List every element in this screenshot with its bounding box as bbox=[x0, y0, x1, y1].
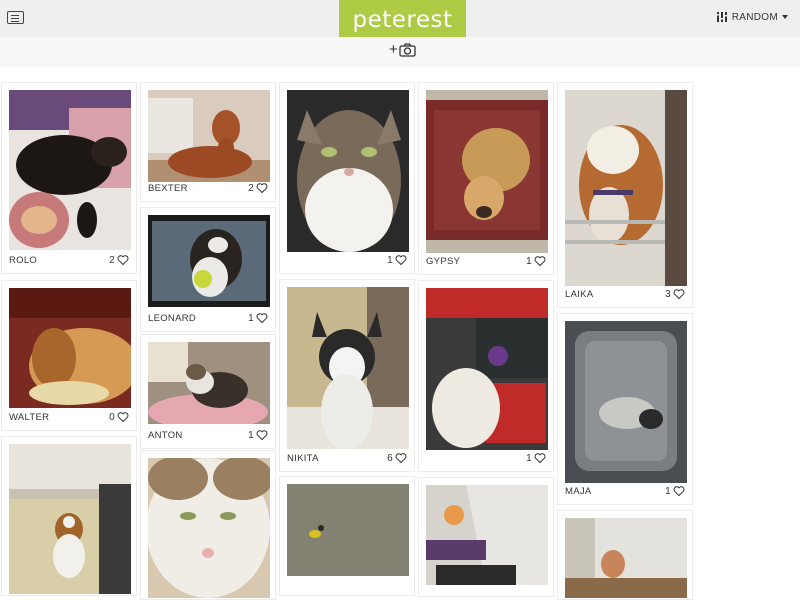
pet-photo[interactable] bbox=[148, 215, 270, 307]
like-count: 0 bbox=[109, 411, 115, 423]
heart-icon bbox=[256, 313, 268, 324]
pet-card[interactable]: LAIKA 3 bbox=[557, 82, 693, 308]
like-button[interactable]: 1 bbox=[665, 485, 685, 497]
like-button[interactable]: 2 bbox=[248, 182, 268, 194]
like-button[interactable]: 2 bbox=[109, 254, 129, 266]
like-button[interactable]: 1 bbox=[526, 452, 546, 464]
pet-card[interactable]: LEONARD 1 bbox=[140, 207, 276, 332]
like-count: 3 bbox=[665, 288, 671, 300]
like-count: 6 bbox=[387, 452, 393, 464]
menu-icon[interactable] bbox=[7, 11, 24, 24]
pet-card[interactable] bbox=[557, 510, 693, 600]
heart-icon bbox=[256, 183, 268, 194]
pet-name[interactable]: LEONARD bbox=[148, 313, 196, 324]
plus-label: + bbox=[389, 41, 398, 58]
heart-icon bbox=[673, 289, 685, 300]
heart-icon bbox=[117, 412, 129, 423]
camera-icon bbox=[399, 43, 416, 57]
heart-icon bbox=[534, 453, 546, 464]
like-button[interactable]: 3 bbox=[665, 288, 685, 300]
pet-photo[interactable] bbox=[148, 90, 270, 182]
pet-card[interactable]: WALTER 0 bbox=[1, 280, 137, 431]
pet-name[interactable]: LAIKA bbox=[565, 289, 593, 300]
like-count: 1 bbox=[665, 485, 671, 497]
pet-card[interactable]: 1 bbox=[418, 280, 554, 472]
pet-card[interactable]: MAJA 1 bbox=[557, 313, 693, 505]
upload-photo-button[interactable]: + bbox=[389, 41, 416, 58]
pet-card[interactable]: ANTON 1 bbox=[140, 334, 276, 449]
pet-name[interactable]: ROLO bbox=[9, 255, 37, 266]
like-button[interactable]: 1 bbox=[526, 255, 546, 267]
heart-icon bbox=[395, 453, 407, 464]
pet-photo[interactable] bbox=[426, 90, 548, 253]
pet-photo[interactable] bbox=[426, 288, 548, 450]
sort-grid-icon bbox=[715, 12, 728, 22]
pet-card[interactable] bbox=[140, 450, 276, 600]
pet-card[interactable] bbox=[279, 476, 415, 596]
like-count: 1 bbox=[248, 312, 254, 324]
like-button[interactable]: 0 bbox=[109, 411, 129, 423]
pet-photo[interactable] bbox=[287, 90, 409, 252]
sort-dropdown[interactable]: RANDOM bbox=[715, 11, 788, 23]
pet-photo[interactable] bbox=[148, 342, 270, 424]
heart-icon bbox=[395, 255, 407, 266]
pet-name[interactable]: BEXTER bbox=[148, 183, 188, 194]
pet-photo[interactable] bbox=[9, 444, 131, 594]
pet-photo[interactable] bbox=[565, 518, 687, 598]
pet-name[interactable]: ANTON bbox=[148, 430, 183, 441]
top-bar: peterest RANDOM bbox=[0, 0, 800, 42]
heart-icon bbox=[534, 256, 546, 267]
like-button[interactable]: 1 bbox=[248, 312, 268, 324]
like-count: 1 bbox=[248, 429, 254, 441]
heart-icon bbox=[673, 486, 685, 497]
pet-card[interactable]: 1 bbox=[279, 82, 415, 274]
pet-card[interactable]: BEXTER 2 bbox=[140, 82, 276, 202]
pet-photo[interactable] bbox=[9, 90, 131, 250]
like-count: 2 bbox=[109, 254, 115, 266]
upload-bar: + bbox=[0, 37, 800, 67]
pet-grid: ROLO 2 WALTER 0 BEXTER 2 LEONARD 1 ANTON… bbox=[0, 80, 800, 600]
like-count: 1 bbox=[526, 255, 532, 267]
pet-name[interactable]: MAJA bbox=[565, 486, 592, 497]
pet-card[interactable]: GYPSY 1 bbox=[418, 82, 554, 275]
pet-card[interactable] bbox=[418, 477, 554, 597]
heart-icon bbox=[117, 255, 129, 266]
like-button[interactable]: 1 bbox=[248, 429, 268, 441]
pet-photo[interactable] bbox=[565, 321, 687, 483]
pet-photo[interactable] bbox=[565, 90, 687, 286]
like-button[interactable]: 6 bbox=[387, 452, 407, 464]
like-count: 2 bbox=[248, 182, 254, 194]
heart-icon bbox=[256, 430, 268, 441]
caret-down-icon bbox=[782, 15, 788, 19]
pet-name[interactable]: GYPSY bbox=[426, 256, 460, 267]
pet-card[interactable]: NIKITA 6 bbox=[279, 279, 415, 472]
like-button[interactable]: 1 bbox=[387, 254, 407, 266]
pet-name[interactable]: WALTER bbox=[9, 412, 49, 423]
pet-name[interactable]: NIKITA bbox=[287, 453, 319, 464]
pet-photo[interactable] bbox=[148, 458, 270, 598]
pet-photo[interactable] bbox=[426, 485, 548, 585]
logo[interactable]: peterest bbox=[339, 0, 466, 42]
like-count: 1 bbox=[387, 254, 393, 266]
sort-label: RANDOM bbox=[731, 11, 778, 23]
pet-photo[interactable] bbox=[287, 287, 409, 449]
pet-photo[interactable] bbox=[287, 484, 409, 576]
like-count: 1 bbox=[526, 452, 532, 464]
pet-card[interactable] bbox=[1, 436, 137, 596]
pet-photo[interactable] bbox=[9, 288, 131, 408]
pet-card[interactable]: ROLO 2 bbox=[1, 82, 137, 274]
